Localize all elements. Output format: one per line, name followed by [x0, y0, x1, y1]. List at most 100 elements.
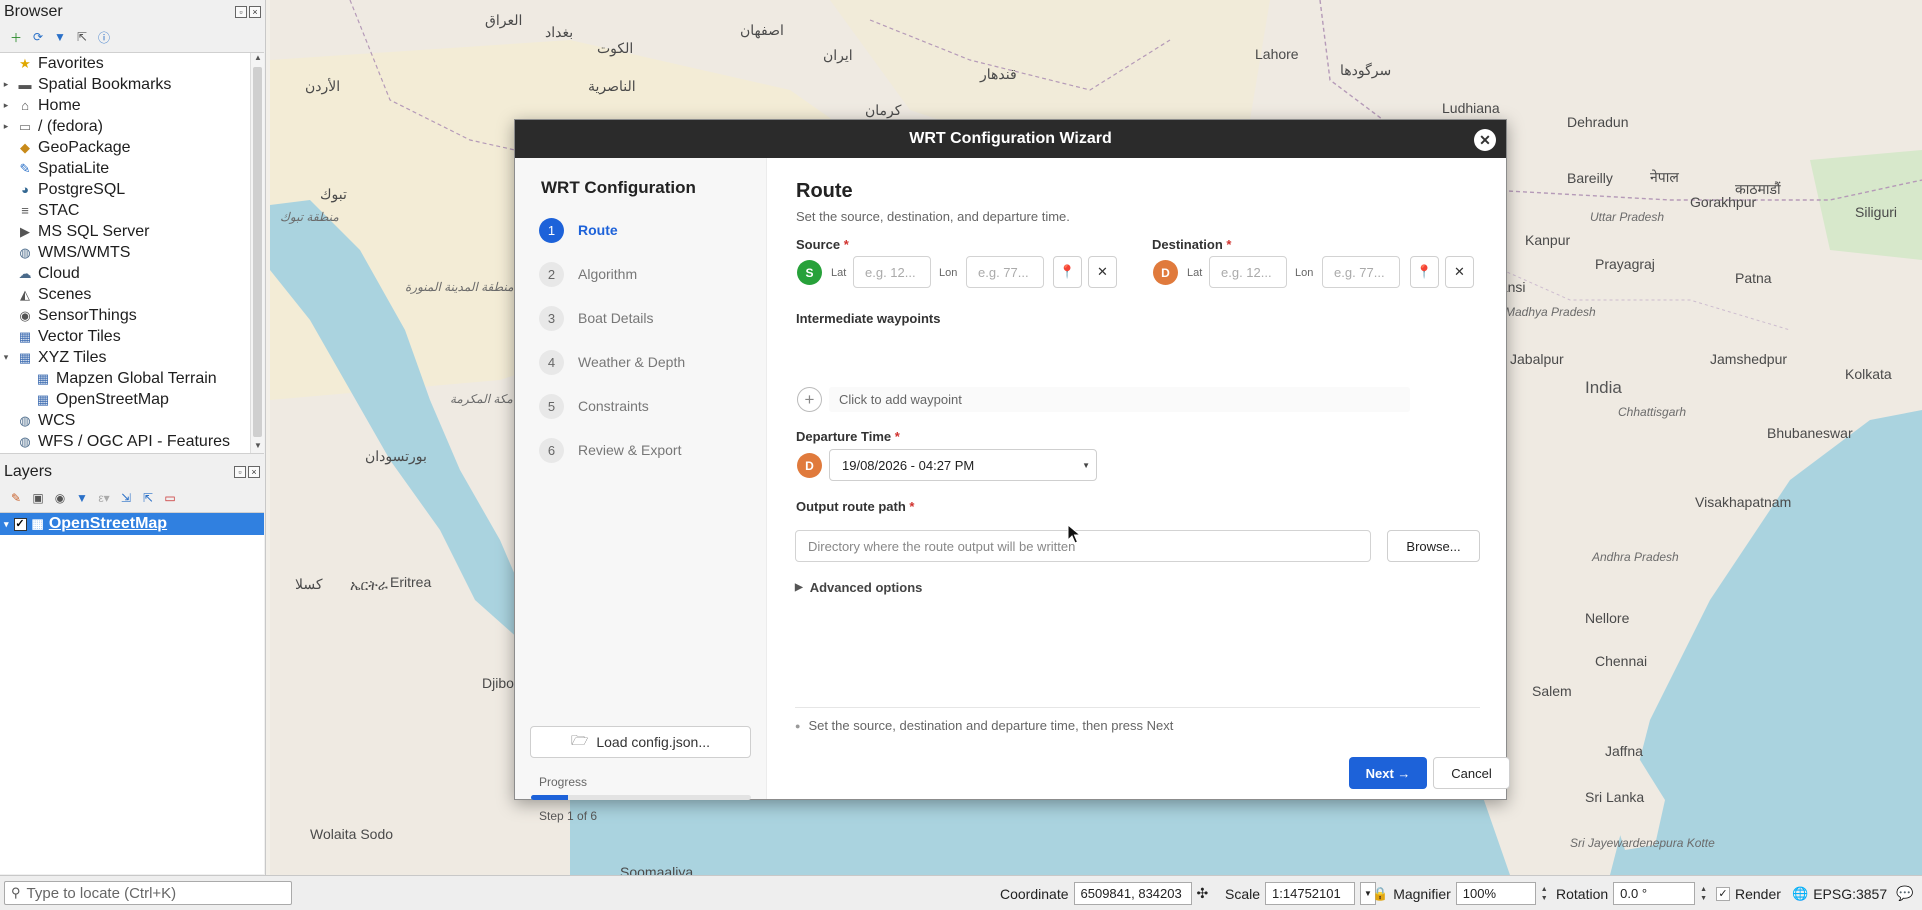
collapse-arrow-icon[interactable]: ▸ — [0, 100, 12, 111]
remove-layer-icon[interactable]: ▭ — [162, 490, 178, 506]
browser-item[interactable]: ◕ PostgreSQL — [0, 179, 264, 200]
browser-item[interactable]: ▾ ▦ XYZ Tiles — [0, 347, 264, 368]
browse-button[interactable]: Browse... — [1387, 530, 1480, 562]
browser-item[interactable]: ☁ Cloud — [0, 263, 264, 284]
source-lat-label: Lat — [831, 267, 847, 279]
departure-time-select[interactable]: 19/08/2026 - 04:27 PM ▼ — [829, 449, 1097, 481]
messages-icon[interactable]: 💬 — [1896, 885, 1913, 902]
browser-scrollbar[interactable]: ▲ ▼ — [250, 53, 264, 453]
map-place-label: Jaffna — [1605, 743, 1643, 759]
dialog-titlebar[interactable]: WRT Configuration Wizard ✕ — [515, 120, 1506, 158]
add-waypoint-icon[interactable]: + — [797, 387, 822, 412]
close-icon[interactable]: ✕ — [1474, 129, 1496, 151]
expand-arrow-icon[interactable]: ▾ — [4, 519, 9, 530]
layer-name[interactable]: OpenStreetMap — [49, 515, 167, 533]
style-icon[interactable]: ✎ — [8, 490, 24, 506]
collapse-all-icon[interactable]: ⇱ — [140, 490, 156, 506]
advanced-options-toggle[interactable]: ▶ Advanced options — [795, 580, 922, 595]
layer-row[interactable]: ▾ ✓ ▦ OpenStreetMap — [0, 513, 264, 535]
layers-list[interactable]: ▾ ✓ ▦ OpenStreetMap — [0, 512, 264, 874]
add-group-icon[interactable]: ▣ — [30, 490, 46, 506]
locator-search[interactable]: ⚲ Type to locate (Ctrl+K) — [4, 881, 292, 905]
source-pick-on-map-button[interactable]: 📍 — [1053, 256, 1082, 288]
collapse-all-icon[interactable]: ⇱ — [74, 29, 90, 45]
browser-item[interactable]: ◍ WMS/WMTS — [0, 242, 264, 263]
add-layer-icon[interactable]: ＋ — [8, 29, 24, 45]
wizard-step-1[interactable]: 1 Route — [539, 217, 618, 243]
browser-item[interactable]: ▦ Vector Tiles — [0, 326, 264, 347]
undock-icon[interactable]: ▫ — [234, 466, 246, 478]
expand-arrow-icon[interactable]: ▾ — [0, 352, 12, 363]
source-lat-input[interactable]: e.g. 12... — [853, 256, 931, 288]
wizard-step-6[interactable]: 6 Review & Export — [539, 437, 681, 463]
add-waypoint-field[interactable]: Click to add waypoint — [829, 387, 1410, 412]
browser-item-label: Spatial Bookmarks — [38, 75, 172, 93]
grid-icon: ▦ — [18, 349, 32, 365]
progress-step-text: Step 1 of 6 — [539, 809, 598, 823]
wizard-step-4[interactable]: 4 Weather & Depth — [539, 349, 685, 375]
browser-item[interactable]: ▸ ▭ / (fedora) — [0, 116, 264, 137]
scroll-thumb[interactable] — [253, 67, 262, 437]
undock-icon[interactable]: ▫ — [235, 6, 247, 18]
render-checkbox[interactable]: ✓ — [1716, 886, 1730, 901]
destination-lat-input[interactable]: e.g. 12... — [1209, 256, 1287, 288]
source-clear-button[interactable]: ✕ — [1088, 256, 1117, 288]
browser-item[interactable]: ◉ SensorThings — [0, 305, 264, 326]
cancel-button[interactable]: Cancel — [1433, 757, 1510, 789]
browser-item[interactable]: ◍ WFS / OGC API - Features — [0, 431, 264, 452]
filter-expression-icon[interactable]: ε▾ — [96, 490, 112, 506]
browser-item[interactable]: ▦ Mapzen Global Terrain — [0, 368, 264, 389]
magnifier-spinner[interactable]: ▲ ▼ — [1541, 885, 1551, 903]
refresh-icon[interactable]: ⟳ — [30, 29, 46, 45]
load-config-button[interactable]: 🗁 Load config.json... — [530, 726, 751, 758]
browser-item[interactable]: ▸ ▬ Spatial Bookmarks — [0, 74, 264, 95]
mouse-cursor-icon — [1067, 524, 1081, 544]
close-panel-icon[interactable]: × — [248, 466, 260, 478]
collapse-arrow-icon[interactable]: ▸ — [0, 79, 12, 90]
browser-item[interactable]: ▸ ⌂ Home — [0, 95, 264, 116]
filter-legend-icon[interactable]: ▼ — [74, 490, 90, 506]
map-place-label: Wolaita Sodo — [310, 826, 394, 842]
browser-tree[interactable]: ★ Favorites ▸ ▬ Spatial Bookmarks ▸ ⌂ Home ▸ ▭ / (… — [0, 52, 264, 454]
browser-item[interactable]: ◆ GeoPackage — [0, 137, 264, 158]
departure-avatar: D — [797, 453, 822, 478]
messages-widget[interactable]: 💬 — [1896, 876, 1913, 910]
expand-all-icon[interactable]: ⇲ — [118, 490, 134, 506]
wizard-step-5[interactable]: 5 Constraints — [539, 393, 649, 419]
scroll-up-icon[interactable]: ▲ — [251, 53, 264, 65]
crs-label[interactable]: EPSG:3857 — [1813, 886, 1887, 902]
rotation-spinner[interactable]: ▲ ▼ — [1700, 885, 1710, 903]
scale-field[interactable]: 1:14752101 — [1265, 882, 1356, 905]
map-place-label: تبوك — [320, 186, 347, 202]
collapse-arrow-icon[interactable]: ▸ — [0, 121, 12, 132]
browser-item[interactable]: ◭ Scenes — [0, 284, 264, 305]
scroll-down-icon[interactable]: ▼ — [251, 441, 264, 453]
source-lon-input[interactable]: e.g. 77... — [966, 256, 1044, 288]
browser-item[interactable]: ≡ STAC — [0, 200, 264, 221]
crs-widget[interactable]: 🌐 EPSG:3857 — [1792, 876, 1887, 910]
postgresql-icon: ◕ — [21, 182, 29, 197]
layer-visibility-checkbox[interactable]: ✓ — [13, 517, 27, 531]
next-button[interactable]: Next → — [1349, 757, 1427, 789]
wizard-step-2[interactable]: 2 Algorithm — [539, 261, 637, 287]
browser-item[interactable]: ★ Favorites — [0, 53, 264, 74]
filter-icon[interactable]: ▼ — [52, 29, 68, 45]
info-icon[interactable]: ⓘ — [96, 29, 112, 45]
coordinate-field[interactable]: 6509841, 834203 — [1073, 882, 1192, 905]
browser-item[interactable]: ▶ MS SQL Server — [0, 221, 264, 242]
destination-lon-input[interactable]: e.g. 77... — [1322, 256, 1400, 288]
browser-item[interactable]: ◍ WCS — [0, 410, 264, 431]
output-path-input[interactable]: Directory where the route output will be… — [795, 530, 1371, 562]
destination-clear-button[interactable]: ✕ — [1445, 256, 1474, 288]
wizard-step-3[interactable]: 3 Boat Details — [539, 305, 653, 331]
magnifier-field[interactable]: 100% — [1455, 882, 1536, 905]
rotation-field[interactable]: 0.0 ° — [1613, 882, 1696, 905]
destination-pick-on-map-button[interactable]: 📍 — [1410, 256, 1439, 288]
browser-item[interactable]: ✎ SpatiaLite — [0, 158, 264, 179]
visibility-icon[interactable]: ◉ — [52, 490, 68, 506]
close-panel-icon[interactable]: × — [249, 6, 261, 18]
lock-scale-icon[interactable]: 🔒 — [1372, 886, 1388, 902]
browser-item[interactable]: ▦ OpenStreetMap — [0, 389, 264, 410]
page-subtitle: Set the source, destination, and departu… — [796, 209, 1070, 224]
toggle-extents-icon[interactable]: ✣ — [1197, 885, 1209, 902]
